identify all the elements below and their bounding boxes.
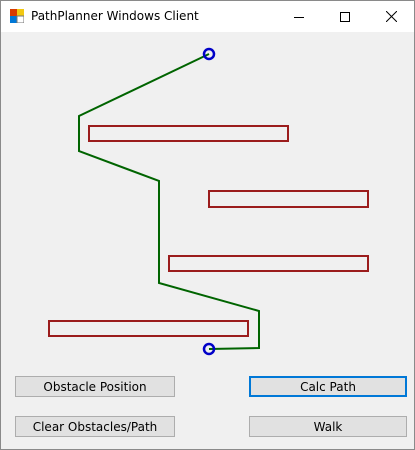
maximize-icon bbox=[340, 11, 350, 22]
obstacle bbox=[48, 320, 249, 337]
title-bar[interactable]: PathPlanner Windows Client bbox=[1, 1, 414, 32]
app-window: PathPlanner Windows Client Obstacle Posi… bbox=[0, 0, 415, 450]
minimize-icon bbox=[294, 16, 304, 18]
planned-path bbox=[78, 53, 260, 350]
walk-button[interactable]: Walk bbox=[249, 416, 407, 437]
clear-obstacles-path-button[interactable]: Clear Obstacles/Path bbox=[15, 416, 175, 437]
calc-path-button[interactable]: Calc Path bbox=[249, 376, 407, 397]
obstacle bbox=[208, 190, 369, 208]
minimize-button[interactable] bbox=[276, 1, 322, 32]
app-icon bbox=[10, 9, 24, 23]
obstacle-position-button[interactable]: Obstacle Position bbox=[15, 376, 175, 397]
close-icon bbox=[385, 11, 397, 22]
obstacle bbox=[88, 125, 289, 142]
close-button[interactable] bbox=[368, 1, 414, 32]
obstacle bbox=[168, 255, 369, 272]
maximize-button[interactable] bbox=[322, 1, 368, 32]
window-title: PathPlanner Windows Client bbox=[31, 9, 199, 23]
